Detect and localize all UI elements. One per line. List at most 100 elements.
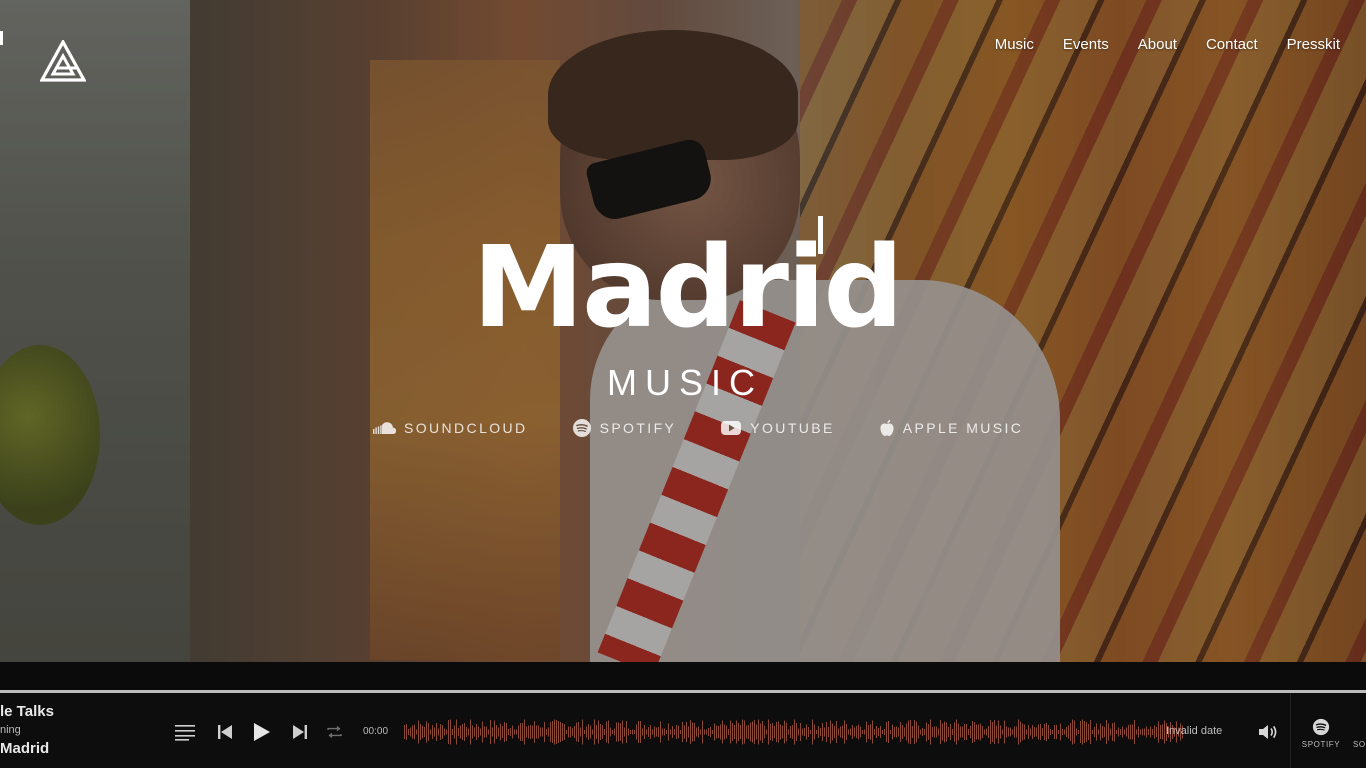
- playlist-icon: [175, 725, 195, 741]
- waveform-bar: [1038, 724, 1039, 740]
- waveform-bar: [684, 725, 685, 739]
- waveform-bar: [830, 720, 831, 744]
- waveform-bar: [598, 720, 599, 744]
- waveform-bar: [636, 724, 637, 740]
- nav-item-contact[interactable]: Contact: [1206, 36, 1258, 53]
- waveform-bar: [756, 724, 757, 740]
- waveform-bar: [714, 723, 715, 741]
- skip-back-icon: [218, 725, 232, 739]
- repeat-button[interactable]: [325, 720, 343, 744]
- waveform-bar: [1052, 730, 1053, 734]
- waveform-bar: [706, 729, 707, 735]
- waveform-bar: [514, 729, 515, 735]
- play-button[interactable]: [252, 720, 272, 744]
- previous-button[interactable]: [216, 720, 234, 744]
- waveform-bar: [890, 730, 891, 734]
- waveform-bar: [460, 725, 461, 739]
- waveform-bar: [536, 725, 537, 739]
- waveform-bar: [962, 726, 963, 738]
- waveform-bar: [424, 727, 425, 737]
- waveform[interactable]: [404, 717, 1184, 747]
- track-status: ning: [0, 724, 21, 736]
- platform-link-spotify[interactable]: SPOTIFY: [572, 418, 677, 438]
- hero-bottom-band: [0, 662, 1366, 690]
- waveform-bar: [442, 725, 443, 739]
- waveform-bar: [866, 722, 867, 742]
- waveform-bar: [822, 723, 823, 741]
- waveform-bar: [446, 729, 447, 735]
- platform-link-youtube[interactable]: YOUTUBE: [720, 420, 834, 436]
- waveform-bar: [466, 727, 467, 737]
- waveform-bar: [596, 725, 597, 739]
- waveform-bar: [726, 725, 727, 739]
- next-button[interactable]: [291, 720, 309, 744]
- waveform-bar: [692, 722, 693, 742]
- platform-links: SOUNDCLOUD SPOTIFY YOUTUBE APPLE MUSIC: [372, 418, 1023, 438]
- waveform-bar: [952, 729, 953, 735]
- waveform-bar: [846, 724, 847, 740]
- platform-link-apple-music[interactable]: APPLE MUSIC: [879, 419, 1024, 437]
- waveform-bar: [826, 722, 827, 742]
- nav-item-music[interactable]: Music: [995, 36, 1034, 53]
- waveform-bar: [752, 721, 753, 743]
- waveform-bar: [1012, 729, 1013, 735]
- waveform-bar: [1136, 729, 1137, 735]
- waveform-bar: [438, 728, 439, 736]
- waveform-bar: [750, 722, 751, 742]
- nav-item-about[interactable]: About: [1138, 36, 1177, 53]
- waveform-bar: [546, 729, 547, 735]
- waveform-bar: [656, 727, 657, 737]
- waveform-bar: [530, 725, 531, 739]
- waveform-bar: [1006, 726, 1007, 738]
- waveform-bar: [476, 724, 477, 740]
- waveform-bar: [628, 728, 629, 736]
- waveform-bar: [474, 727, 475, 737]
- nav-item-presskit[interactable]: Presskit: [1287, 36, 1340, 53]
- waveform-bar: [572, 728, 573, 736]
- waveform-bar: [1140, 729, 1141, 735]
- waveform-bar: [824, 727, 825, 737]
- waveform-bar: [1152, 729, 1153, 735]
- waveform-bar: [640, 721, 641, 743]
- waveform-bar: [1050, 729, 1051, 735]
- waveform-bar: [1074, 720, 1075, 744]
- external-link-soundcloud[interactable]: SO: [1336, 718, 1366, 749]
- volume-button[interactable]: [1258, 720, 1280, 744]
- waveform-bar: [798, 728, 799, 736]
- waveform-bar: [1154, 725, 1155, 739]
- nav-item-events[interactable]: Events: [1063, 36, 1109, 53]
- waveform-bar: [504, 722, 505, 742]
- waveform-bar: [892, 724, 893, 740]
- waveform-bar: [416, 729, 417, 735]
- waveform-bar: [972, 721, 973, 743]
- play-icon: [254, 723, 270, 741]
- waveform-bar: [1126, 727, 1127, 737]
- waveform-bar: [520, 723, 521, 741]
- waveform-bar: [844, 720, 845, 744]
- waveform-bar: [1144, 728, 1145, 736]
- waveform-bar: [938, 728, 939, 736]
- waveform-bar: [498, 727, 499, 737]
- logo-icon: [39, 38, 87, 82]
- waveform-bar: [806, 724, 807, 740]
- waveform-bar: [1130, 724, 1131, 740]
- waveform-bar: [876, 726, 877, 738]
- waveform-bar: [664, 728, 665, 736]
- waveform-bar: [832, 723, 833, 741]
- waveform-bar: [982, 726, 983, 738]
- waveform-bar: [1062, 729, 1063, 735]
- waveform-bar: [488, 729, 489, 735]
- logo-link[interactable]: [39, 38, 87, 82]
- waveform-bar: [432, 725, 433, 739]
- platform-link-soundcloud[interactable]: SOUNDCLOUD: [372, 420, 528, 436]
- waveform-bar: [604, 729, 605, 735]
- waveform-bar: [418, 720, 419, 744]
- waveform-bar: [758, 719, 759, 745]
- waveform-bar: [1030, 728, 1031, 736]
- waveform-bar: [672, 726, 673, 738]
- waveform-bar: [856, 726, 857, 738]
- waveform-bar: [802, 728, 803, 736]
- playlist-button[interactable]: [174, 720, 196, 744]
- waveform-bar: [666, 730, 667, 734]
- waveform-bar: [978, 724, 979, 740]
